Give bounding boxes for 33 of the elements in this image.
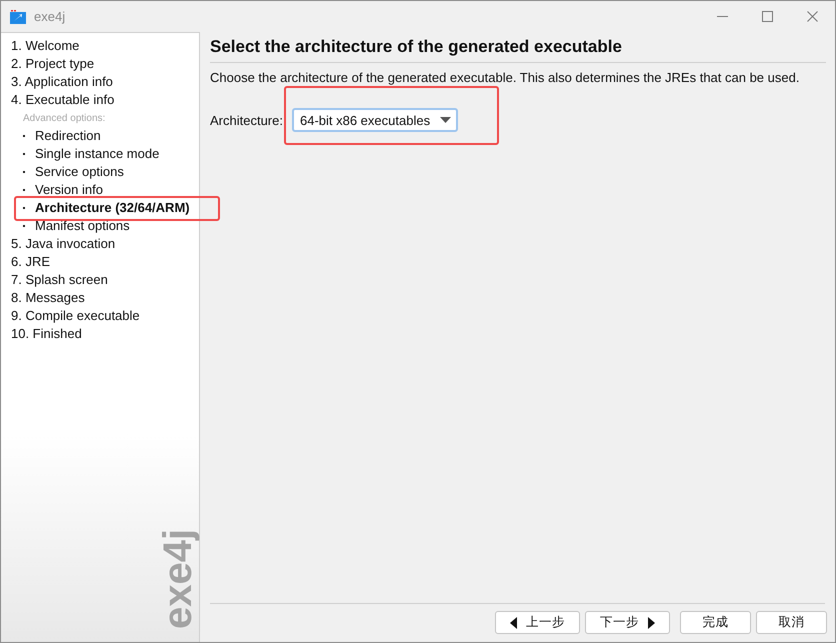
window-title: exe4j xyxy=(34,9,66,24)
substep-item[interactable]: Single instance mode xyxy=(23,146,160,162)
substep-item[interactable]: Service options xyxy=(23,164,124,180)
step-item[interactable]: 1. Welcome xyxy=(11,38,80,54)
next-button[interactable]: 下一步 xyxy=(585,611,670,634)
page-description: Choose the architecture of the generated executable. This also determines the JREs that can be used. xyxy=(210,70,800,86)
step-item[interactable]: 3. Application info xyxy=(11,74,113,90)
brand-watermark: exe4j xyxy=(157,528,199,631)
step-item[interactable]: 6. JRE xyxy=(11,254,50,270)
back-button[interactable]: 上一步 xyxy=(495,611,580,634)
step-item[interactable]: 8. Messages xyxy=(11,290,85,306)
substep-item[interactable]: Version info xyxy=(23,182,103,198)
step-item[interactable]: 7. Splash screen xyxy=(11,272,108,288)
substep-item[interactable]: Manifest options xyxy=(23,218,130,234)
page-title: Select the architecture of the generated executable xyxy=(210,36,623,58)
caret-icon xyxy=(440,117,451,123)
step-item[interactable]: 9. Compile executable xyxy=(11,308,140,324)
substep-item[interactable]: Architecture (32/64/ARM) xyxy=(23,200,190,216)
cancel-button[interactable]: 取消 xyxy=(756,611,827,634)
step-item[interactable]: 5. Java invocation xyxy=(11,236,116,252)
close-icon[interactable] xyxy=(807,11,818,22)
step-item[interactable]: 10. Finished xyxy=(11,326,82,342)
architecture-dropdown[interactable]: 64-bit x86 executables xyxy=(292,108,458,132)
left-triangle-icon xyxy=(510,616,517,628)
right-triangle-icon xyxy=(648,616,655,628)
maximize-icon[interactable] xyxy=(762,11,773,22)
section-heading: Advanced options: xyxy=(23,112,106,124)
field-label: Architecture: xyxy=(210,112,283,128)
step-item[interactable]: 2. Project type xyxy=(11,56,94,72)
app-icon xyxy=(10,10,26,24)
finish-button[interactable]: 完成 xyxy=(680,611,751,634)
step-item[interactable]: 4. Executable info xyxy=(11,92,114,108)
substep-item[interactable]: Redirection xyxy=(23,128,101,144)
